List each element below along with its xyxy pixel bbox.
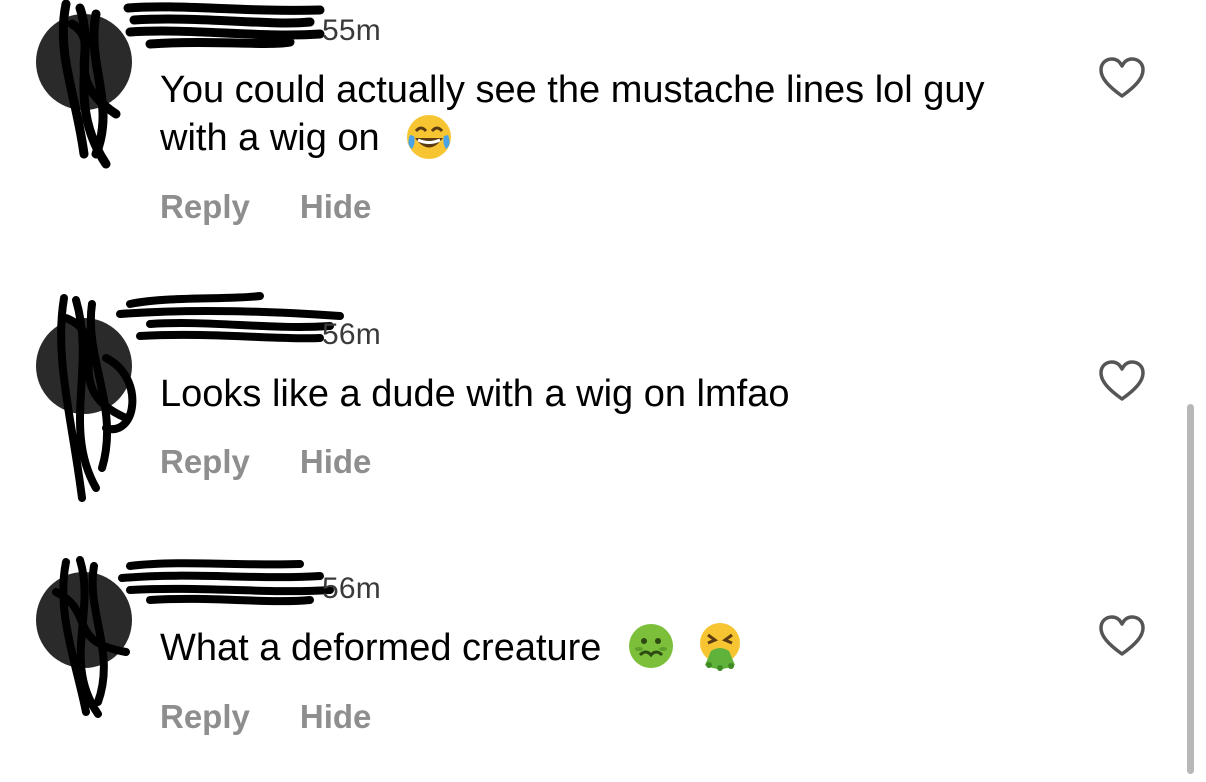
comment-timestamp: 56m — [322, 572, 381, 605]
heart-outline-icon[interactable] — [1098, 614, 1146, 658]
reply-button[interactable]: Reply — [160, 698, 250, 736]
reply-button[interactable]: Reply — [160, 443, 250, 481]
hide-button[interactable]: Hide — [300, 698, 372, 736]
comments-screen: 55m You could actually see the mustache … — [0, 0, 1206, 782]
scrollbar[interactable] — [1187, 404, 1194, 774]
hide-button[interactable]: Hide — [300, 443, 372, 481]
comment-actions: Reply Hide — [160, 443, 371, 481]
username-redaction — [116, 292, 344, 343]
comment-body: What a deformed creature — [160, 627, 602, 669]
nauseated-face-icon — [629, 623, 673, 668]
comment-text: Looks like a dude with a wig on lmfao — [160, 370, 1060, 418]
face-vomiting-icon — [699, 622, 740, 671]
comment-actions: Reply Hide — [160, 698, 371, 736]
comment-item: 56m What a deformed creature Reply Hide — [0, 0, 1206, 735]
username-redaction — [118, 559, 334, 606]
comment-text: What a deformed creature — [160, 622, 1060, 675]
heart-outline-icon[interactable] — [1098, 359, 1146, 403]
comment-body: Looks like a dude with a wig on lmfao — [160, 373, 790, 415]
comment-timestamp: 56m — [322, 318, 381, 351]
